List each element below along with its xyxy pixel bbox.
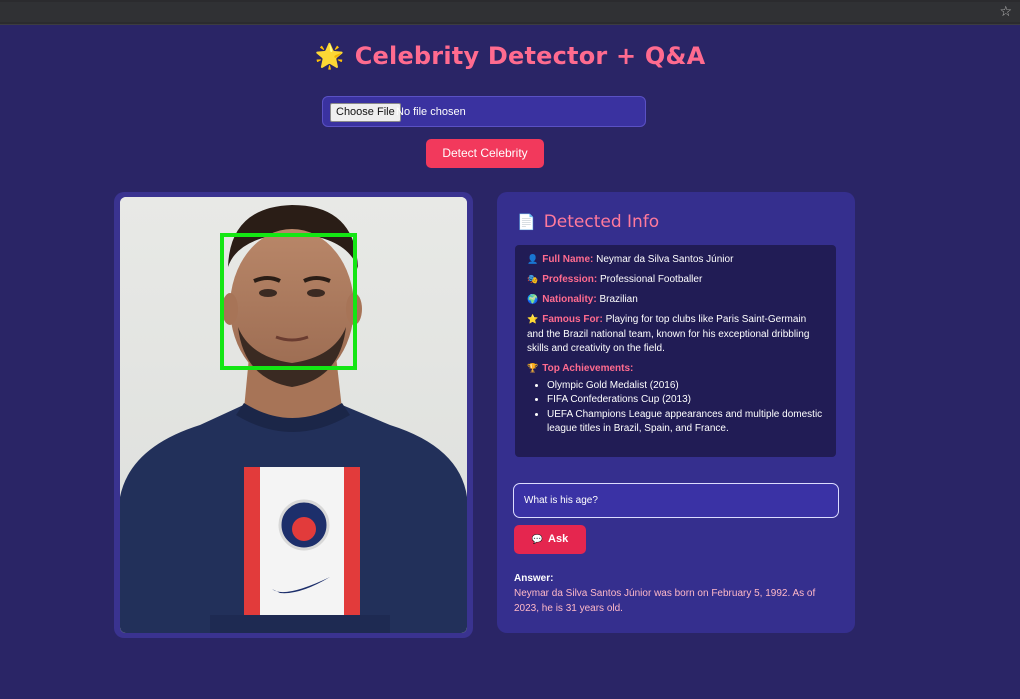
answer-label: Answer: bbox=[514, 573, 554, 584]
achievements-label: Top Achievements: bbox=[542, 363, 634, 374]
achievement-item: FIFA Confederations Cup (2013) bbox=[547, 393, 824, 408]
globe-icon: 🌍 bbox=[527, 295, 539, 305]
detected-info-title: Detected Info bbox=[543, 212, 660, 232]
choose-file-button[interactable]: Choose File bbox=[330, 103, 401, 122]
nationality-value: Brazilian bbox=[599, 294, 638, 305]
achievements-list: Olympic Gold Medalist (2016) FIFA Confed… bbox=[527, 379, 824, 437]
celebrity-photo bbox=[120, 197, 467, 633]
speech-bubble-icon: 💬 bbox=[531, 535, 544, 545]
achievements-row: 🏆 Top Achievements: bbox=[527, 362, 824, 377]
info-details: 👤 Full Name: Neymar da Silva Santos Júnio… bbox=[515, 245, 836, 457]
full-name-value: Neymar da Silva Santos Júnior bbox=[596, 254, 734, 265]
star-icon[interactable]: ☆ bbox=[999, 3, 1012, 21]
detect-celebrity-button[interactable]: Detect Celebrity bbox=[426, 139, 544, 168]
celebrity-photo-illustration bbox=[120, 197, 467, 633]
person-icon: 👤 bbox=[527, 255, 539, 265]
question-input[interactable]: What is his age? bbox=[513, 483, 839, 518]
full-name-row: 👤 Full Name: Neymar da Silva Santos Júnio… bbox=[527, 253, 824, 268]
famous-for-label: Famous For: bbox=[542, 314, 603, 325]
photo-card bbox=[114, 192, 473, 638]
full-name-label: Full Name: bbox=[542, 254, 594, 265]
address-bar[interactable] bbox=[0, 2, 1020, 22]
profession-row: 🎭 Profession: Professional Footballer bbox=[527, 273, 824, 288]
file-input[interactable]: Choose File No file chosen bbox=[322, 96, 646, 127]
nationality-row: 🌍 Nationality: Brazilian bbox=[527, 293, 824, 308]
ask-button[interactable]: 💬 Ask bbox=[514, 525, 586, 554]
famous-for-row: ⭐ Famous For: Playing for top clubs like … bbox=[527, 313, 824, 357]
file-status: No file chosen bbox=[396, 106, 466, 118]
trophy-icon: 🏆 bbox=[527, 364, 539, 374]
glowing-star-icon: 🌟 bbox=[314, 42, 345, 70]
detected-info-card: 📄 Detected Info 👤 Full Name: Neymar da Sil… bbox=[497, 192, 855, 633]
nationality-label: Nationality: bbox=[542, 294, 597, 305]
page-title-text: Celebrity Detector + Q&A bbox=[354, 42, 706, 70]
detected-info-heading: 📄 Detected Info bbox=[517, 212, 659, 232]
ask-button-label: Ask bbox=[548, 533, 569, 545]
star-badge-icon: ⭐ bbox=[527, 315, 539, 325]
profession-label: Profession: bbox=[542, 274, 598, 285]
theater-masks-icon: 🎭 bbox=[527, 275, 539, 285]
browser-toolbar: ☆ bbox=[0, 0, 1020, 25]
page-title: 🌟 Celebrity Detector + Q&A bbox=[0, 42, 1020, 70]
profession-value: Professional Footballer bbox=[600, 274, 703, 285]
document-icon: 📄 bbox=[517, 213, 536, 231]
answer-text: Neymar da Silva Santos Júnior was born o… bbox=[514, 588, 816, 614]
achievement-item: UEFA Champions League appearances and mu… bbox=[547, 408, 824, 437]
achievement-item: Olympic Gold Medalist (2016) bbox=[547, 379, 824, 394]
